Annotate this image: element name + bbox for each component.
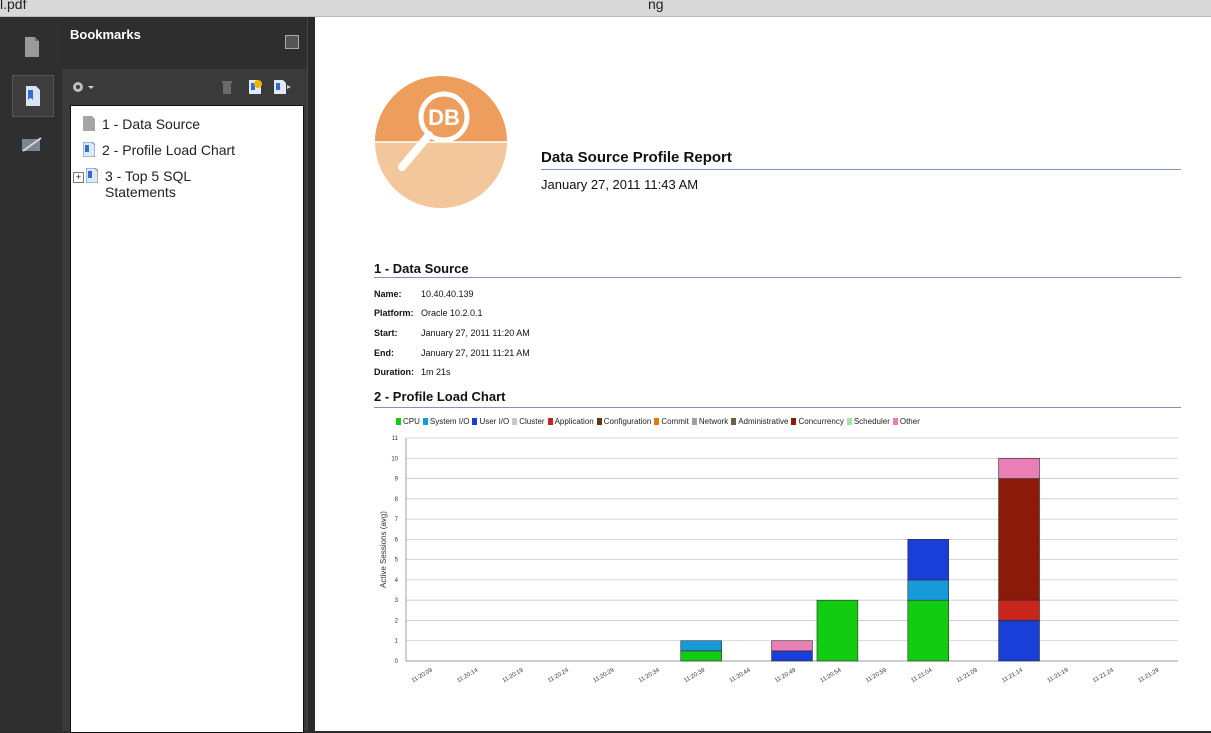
bar-segment: [680, 640, 722, 652]
bar-segment: [816, 599, 859, 662]
bar-segment: [998, 599, 1040, 621]
db-magnifier-logo: DB: [375, 76, 507, 208]
y-tick-label: 5: [395, 558, 399, 564]
bar-segment: [998, 478, 1040, 601]
x-tick-label: 11:20:24: [547, 667, 570, 684]
section-heading-data-source: 1 - Data Source: [374, 261, 469, 276]
options-gear-icon[interactable]: [70, 79, 96, 95]
window-title-strip: l.pdf ng: [0, 0, 1211, 17]
y-tick-label: 6: [395, 537, 399, 543]
x-tick-label: 11:21:19: [1047, 667, 1070, 684]
y-tick-label: 0: [395, 659, 399, 665]
pages-icon[interactable]: [12, 27, 52, 67]
bar-segment: [907, 599, 949, 662]
bookmark-label: 3 - Top 5 SQL: [105, 168, 192, 184]
x-tick-label: 11:20:59: [865, 667, 888, 684]
document-page: DB Data Source Profile Report January 27…: [315, 17, 1211, 731]
bookmark-gray-icon: [83, 116, 95, 131]
bookmark-item-data-source[interactable]: 1 - Data Source: [83, 116, 200, 132]
title-fragment-left: l.pdf: [0, 0, 27, 12]
profile-load-chart: CPU System I/O User I/O Cluster Application C…: [374, 415, 1183, 715]
bookmarks-icon[interactable]: [12, 75, 54, 117]
bookmark-item-top5-sql[interactable]: +3 - Top 5 SQL Statements: [73, 167, 192, 200]
field-end: End: January 27, 2011 11:21 AM: [374, 348, 530, 358]
title-underline: [541, 169, 1181, 170]
bookmarks-header: Bookmarks: [62, 17, 307, 70]
x-tick-label: 11:20:19: [502, 667, 525, 684]
bookmarks-title: Bookmarks: [70, 27, 141, 42]
field-name: Name: 10.40.40.139: [374, 289, 474, 299]
x-tick-label: 11:20:09: [411, 667, 434, 684]
x-tick-label: 11:21:04: [910, 667, 933, 684]
x-tick-label: 11:21:29: [1137, 667, 1160, 684]
chart-svg: 0 1 2 3 4 5 6 7 8 9 10 11 Active Sessions (avg) 11:20…: [379, 436, 1178, 684]
bookmark-item-profile-load-chart[interactable]: 2 - Profile Load Chart: [82, 141, 236, 158]
new-bookmark-icon[interactable]: [247, 79, 263, 95]
bar-segment: [907, 539, 949, 581]
y-tick-label: 9: [395, 477, 399, 483]
bookmark-icon: [85, 167, 99, 184]
bookmarks-toolbar: [62, 69, 307, 105]
signatures-icon[interactable]: [12, 125, 52, 165]
x-tick-label: 11:20:29: [593, 667, 616, 684]
bookmarks-panel: Bookmarks 1 - Data Source 2 - Profile Lo…: [62, 17, 307, 733]
navigation-icon-rail: [0, 17, 63, 731]
y-tick-label: 10: [391, 456, 398, 462]
y-tick-label: 3: [395, 598, 399, 604]
x-tick-label: 11:21:24: [1092, 667, 1115, 684]
section2-underline: [374, 407, 1181, 408]
bar-segment: [771, 650, 813, 662]
x-tick-label: 11:21:14: [1001, 667, 1024, 684]
bar-segment: [998, 457, 1040, 479]
field-platform: Platform: Oracle 10.2.0.1: [374, 308, 483, 318]
section-heading-profile-load-chart: 2 - Profile Load Chart: [374, 389, 506, 404]
bar-segment: [680, 650, 722, 662]
field-duration: Duration: 1m 21s: [374, 367, 451, 377]
x-tick-label: 11:21:09: [956, 667, 979, 684]
x-tick-label: 11:20:54: [820, 667, 843, 684]
expand-plus-icon[interactable]: +: [73, 172, 84, 183]
y-tick-label: 7: [395, 517, 399, 523]
bar-segment: [771, 640, 813, 652]
bookmark-label-line2: Statements: [105, 184, 176, 200]
x-tick-label: 11:20:34: [638, 667, 661, 684]
y-tick-label: 2: [395, 618, 399, 624]
bar-segment: [907, 579, 949, 601]
field-start: Start: January 27, 2011 11:20 AM: [374, 328, 530, 338]
x-tick-label: 11:20:44: [729, 667, 752, 684]
x-tick-label: 11:20:39: [683, 667, 706, 684]
delete-icon[interactable]: [219, 79, 235, 95]
y-tick-label: 8: [395, 497, 399, 503]
y-axis-label: Active Sessions (avg): [379, 511, 388, 588]
panel-close-icon[interactable]: [285, 35, 299, 49]
expand-bookmark-icon[interactable]: [272, 79, 292, 95]
x-tick-label: 11:20:14: [456, 667, 479, 684]
bookmark-icon: [82, 141, 96, 158]
bar-segment: [998, 620, 1040, 662]
y-tick-label: 1: [395, 639, 399, 645]
report-title: Data Source Profile Report: [541, 149, 732, 166]
logo-text: DB: [428, 105, 460, 130]
bookmarks-list: 1 - Data Source 2 - Profile Load Chart +…: [70, 105, 304, 733]
x-tick-label: 11:20:49: [774, 667, 797, 684]
title-fragment-right: ng: [648, 0, 664, 12]
y-tick-label: 11: [392, 436, 399, 442]
bookmark-label: 1 - Data Source: [102, 116, 201, 132]
report-date: January 27, 2011 11:43 AM: [541, 177, 699, 192]
y-tick-label: 4: [395, 578, 399, 584]
bookmark-label: 2 - Profile Load Chart: [102, 142, 236, 158]
section1-underline: [374, 277, 1181, 278]
